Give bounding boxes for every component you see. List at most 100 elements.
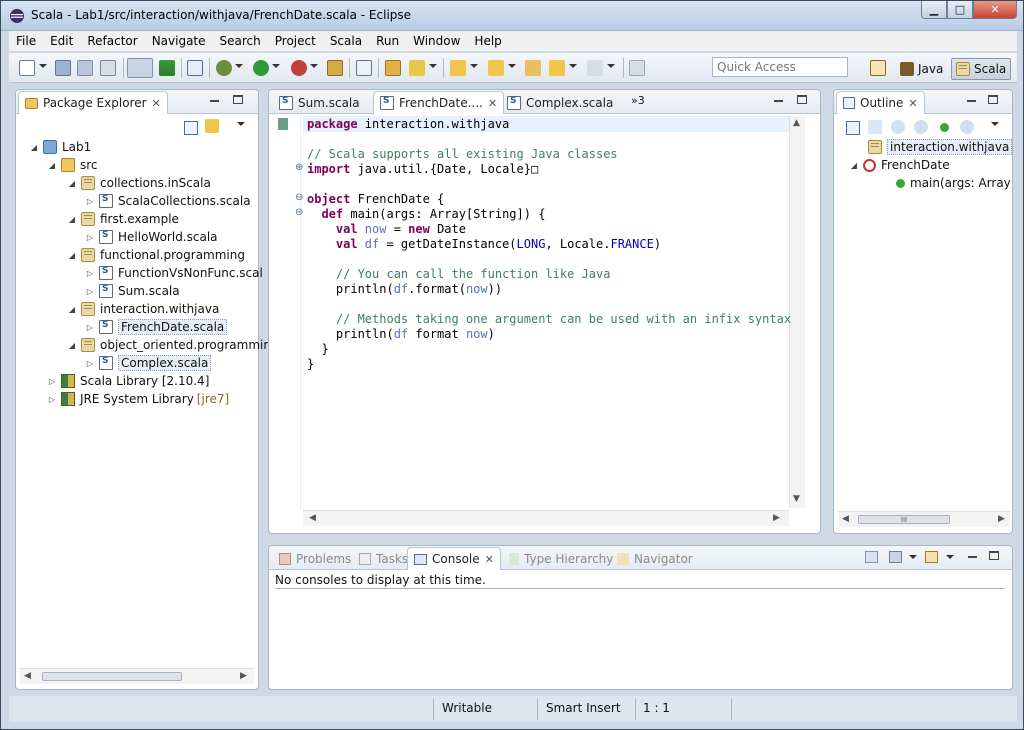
forward-dropdown-icon[interactable] (607, 64, 615, 68)
close-button[interactable]: ✕ (973, 1, 1017, 19)
tab-frenchdate-scala[interactable]: FrenchDate.... ✕ (373, 91, 505, 114)
tree-item-file[interactable]: ▷ FunctionVsNonFunc.scal (86, 264, 263, 282)
hide-static-icon[interactable] (914, 120, 928, 134)
tree-item-lab1[interactable]: ◢ Lab1 (30, 138, 91, 156)
menu-edit[interactable]: Edit (43, 34, 80, 48)
outline-horizontal-scrollbar[interactable]: ◀ III ▶ (838, 511, 1010, 527)
menu-scala[interactable]: Scala (323, 34, 369, 48)
open-console-icon[interactable] (925, 551, 938, 563)
collapse-all-icon[interactable] (184, 121, 198, 135)
tree-item-file-complex[interactable]: ▷ Complex.scala (86, 354, 212, 372)
quick-access-input[interactable] (712, 57, 848, 77)
print-icon[interactable] (100, 60, 116, 76)
next-annotation-icon[interactable] (450, 60, 466, 76)
view-menu-icon[interactable] (237, 122, 245, 126)
pin-console-icon[interactable] (865, 551, 878, 563)
close-tab-icon[interactable]: ✕ (152, 97, 161, 110)
tab-outline[interactable]: Outline ✕ (836, 91, 925, 114)
tree-item-package[interactable]: ◢ collections.inScala (68, 174, 211, 192)
maximize-view-icon[interactable] (988, 95, 998, 104)
outline-item-object[interactable]: ◢ FrenchDate (850, 156, 950, 174)
next-annotation-dropdown-icon[interactable] (470, 64, 478, 68)
run-icon[interactable] (253, 60, 269, 76)
scrollbar-thumb[interactable]: III (858, 515, 950, 524)
code-line[interactable]: } (307, 342, 328, 357)
code-line[interactable]: // You can call the function like Java (307, 267, 611, 282)
collapse-fold-icon[interactable]: ⊖ (295, 192, 303, 203)
perspective-scala[interactable]: Scala (951, 58, 1012, 80)
tab-type-hierarchy[interactable]: Type Hierarchy (503, 547, 619, 570)
save-icon[interactable] (55, 60, 71, 76)
code-line[interactable]: println(df.format(now)) (307, 282, 502, 297)
tab-complex-scala[interactable]: Complex.scala (501, 91, 619, 114)
collapsed-twisty-icon[interactable]: ▷ (86, 233, 94, 242)
scroll-down-icon[interactable]: ▼ (793, 494, 800, 504)
pin-editor-icon[interactable] (629, 60, 645, 76)
horizontal-scrollbar[interactable]: ◀ ▶ (20, 668, 254, 684)
tree-item-package[interactable]: ◢ first.example (68, 210, 179, 228)
minimize-view-icon[interactable] (966, 551, 978, 563)
scroll-right-icon[interactable]: ▶ (998, 514, 1005, 524)
expanded-twisty-icon[interactable]: ◢ (68, 215, 76, 224)
expanded-twisty-icon[interactable]: ◢ (68, 251, 76, 260)
code-line[interactable]: // Methods taking one argument can be us… (307, 312, 791, 327)
tab-tasks[interactable]: Tasks (353, 547, 414, 570)
tab-problems[interactable]: Problems (273, 547, 357, 570)
scroll-left-icon[interactable]: ◀ (309, 513, 316, 523)
minimize-view-icon[interactable] (772, 95, 784, 107)
menu-project[interactable]: Project (268, 34, 323, 48)
menu-navigate[interactable]: Navigate (145, 34, 213, 48)
forward-icon[interactable] (587, 60, 603, 76)
open-console-dropdown-icon[interactable] (946, 555, 954, 559)
run-dropdown-icon[interactable] (272, 64, 280, 68)
toggle-breadcrumb-icon[interactable] (127, 58, 153, 78)
expanded-twisty-icon[interactable]: ◢ (48, 161, 56, 170)
sort-icon[interactable] (868, 120, 882, 134)
tab-navigator[interactable]: Navigator (611, 547, 699, 570)
collapse-fold-icon[interactable]: ⊖ (295, 207, 303, 218)
tree-item-package[interactable]: ◢ object_oriented.programmir (68, 336, 268, 354)
maximize-view-icon[interactable] (989, 551, 999, 560)
tree-item-file[interactable]: ▷ Sum.scala (86, 282, 180, 300)
open-type-icon[interactable] (356, 60, 372, 76)
close-tab-icon[interactable]: ✕ (908, 97, 917, 110)
menu-help[interactable]: Help (467, 34, 508, 48)
code-line[interactable]: } (307, 357, 314, 372)
display-console-icon[interactable] (889, 551, 902, 563)
expanded-twisty-icon[interactable]: ◢ (850, 161, 858, 170)
tree-item-file-frenchdate[interactable]: ▷ FrenchDate.scala (86, 318, 228, 336)
minimize-view-icon[interactable] (208, 95, 220, 107)
tree-item-jre-library[interactable]: ▷ JRE System Library [jre7] (48, 390, 229, 408)
collapsed-twisty-icon[interactable]: ▷ (86, 269, 94, 278)
code-line[interactable]: def main(args: Array[String]) { (307, 207, 545, 222)
display-console-dropdown-icon[interactable] (909, 555, 917, 559)
menu-file[interactable]: File (9, 34, 43, 48)
maximize-button[interactable]: □ (947, 1, 973, 19)
back-icon[interactable] (549, 60, 565, 76)
debug-icon[interactable] (216, 60, 232, 76)
code-line[interactable]: // Scala supports all existing Java clas… (307, 147, 618, 162)
external-tools-dropdown-icon[interactable] (310, 64, 318, 68)
tab-sum-scala[interactable]: Sum.scala (273, 91, 366, 114)
previous-annotation-icon[interactable] (488, 60, 504, 76)
expanded-twisty-icon[interactable]: ◢ (68, 305, 76, 314)
search-dropdown-icon[interactable] (429, 64, 437, 68)
debug-dropdown-icon[interactable] (235, 64, 243, 68)
new-icon[interactable] (19, 60, 35, 76)
tree-item-scala-library[interactable]: ▷ Scala Library [2.10.4] (48, 372, 209, 390)
menu-run[interactable]: Run (369, 34, 406, 48)
new-dropdown-icon[interactable] (39, 64, 47, 68)
code-line[interactable]: object FrenchDate { (307, 192, 444, 207)
tree-item-package[interactable]: ◢ functional.programming (68, 246, 245, 264)
last-edit-location-icon[interactable] (525, 60, 541, 76)
maximize-view-icon[interactable] (233, 95, 243, 104)
minimize-button[interactable]: ▁ (921, 1, 947, 19)
collapsed-twisty-icon[interactable]: ▷ (86, 197, 94, 206)
expanded-twisty-icon[interactable]: ◢ (30, 143, 38, 152)
menu-window[interactable]: Window (406, 34, 467, 48)
hide-fields-icon[interactable] (891, 120, 905, 134)
tree-item-package[interactable]: ◢ interaction.withjava (68, 300, 219, 318)
expand-fold-icon[interactable]: ⊕ (295, 162, 303, 173)
external-tools-icon[interactable] (291, 60, 307, 76)
previous-annotation-dropdown-icon[interactable] (508, 64, 516, 68)
